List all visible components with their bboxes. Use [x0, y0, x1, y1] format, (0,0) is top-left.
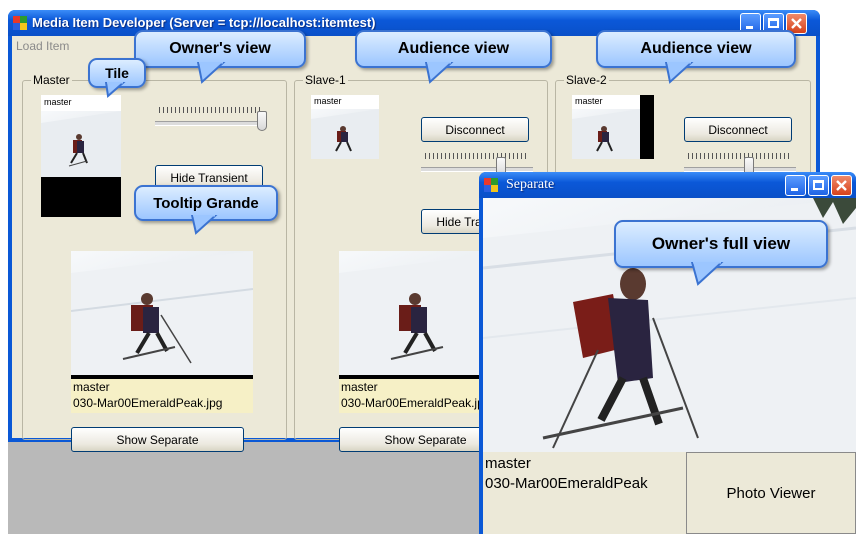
minimize-icon: [746, 26, 753, 29]
slave1-legend: Slave-1: [303, 73, 348, 87]
master-show-separate-button[interactable]: Show Separate: [71, 427, 244, 452]
app-icon[interactable]: [13, 16, 27, 30]
slave2-tile[interactable]: master: [572, 95, 654, 159]
callout-tooltip-grande-text: Tooltip Grande: [153, 194, 259, 212]
slave1-tile-photo: [311, 109, 379, 159]
separate-caption-filename: 030-Mar00EmeraldPeak: [485, 475, 648, 492]
photo-viewer-button[interactable]: Photo Viewer: [686, 452, 856, 534]
master-caption-filename: 030-Mar00EmeraldPeak.jpg: [73, 396, 223, 410]
callout-tile-tail: [104, 82, 126, 98]
slave1-disconnect-button[interactable]: Disconnect: [421, 117, 529, 142]
callout-audience-view-2-tail: [664, 62, 694, 84]
slave2-tile-photo: [572, 109, 640, 159]
master-slider-thumb[interactable]: [257, 111, 267, 131]
callout-owners-view-tail: [196, 62, 226, 84]
window-title: Media Item Developer (Server = tcp://loc…: [32, 15, 376, 30]
slave2-legend: Slave-2: [564, 73, 609, 87]
master-tile-label: master: [44, 97, 72, 107]
separate-caption: master 030-Mar00EmeraldPeak: [483, 452, 686, 534]
callout-owners-view-text: Owner's view: [169, 40, 271, 57]
callout-tile-text: Tile: [105, 65, 129, 81]
callout-owners-full-view-text: Owner's full view: [651, 234, 791, 253]
master-tooltip-grande: master 030-Mar00EmeraldPeak.jpg: [71, 251, 253, 413]
callout-owners-full-view-tail: [690, 262, 724, 286]
close-icon: [836, 180, 847, 191]
slave1-tile[interactable]: master: [311, 95, 379, 159]
desktop-area: [8, 440, 482, 534]
master-caption: master 030-Mar00EmeraldPeak.jpg: [71, 379, 253, 413]
master-grande-photo: [71, 251, 253, 375]
master-legend: Master: [31, 73, 72, 87]
callout-audience-view-1-text: Audience view: [397, 40, 510, 57]
master-group: Master master Hide Transient master 030-…: [22, 73, 287, 452]
menu-load-item[interactable]: Load Item: [16, 39, 69, 53]
slave2-disconnect-button[interactable]: Disconnect: [684, 117, 792, 142]
callout-owners-full-view: Owner's full view: [614, 220, 828, 268]
callout-audience-view-2: Audience view: [596, 30, 796, 68]
separate-close-button[interactable]: [831, 175, 852, 196]
callout-tooltip-grande-tail: [190, 215, 218, 235]
separate-title: Separate: [506, 177, 555, 192]
slave1-tile-label: master: [314, 96, 342, 106]
maximize-icon: [768, 18, 779, 28]
separate-maximize-button[interactable]: [808, 175, 829, 196]
separate-minimize-button[interactable]: [785, 175, 806, 196]
callout-audience-view-2-text: Audience view: [640, 40, 752, 57]
master-tile-photo: [41, 111, 121, 177]
callout-audience-view-1-tail: [424, 62, 454, 84]
separate-app-icon[interactable]: [484, 178, 498, 192]
master-size-slider[interactable]: [155, 103, 267, 135]
slave2-tile-label: master: [575, 96, 603, 106]
separate-caption-owner: master: [485, 455, 531, 472]
maximize-icon: [813, 180, 824, 190]
minimize-icon: [791, 188, 798, 191]
master-tile[interactable]: master: [41, 95, 121, 217]
close-icon: [791, 18, 802, 29]
separate-titlebar[interactable]: Separate: [479, 172, 856, 198]
master-caption-owner: master: [73, 380, 110, 394]
